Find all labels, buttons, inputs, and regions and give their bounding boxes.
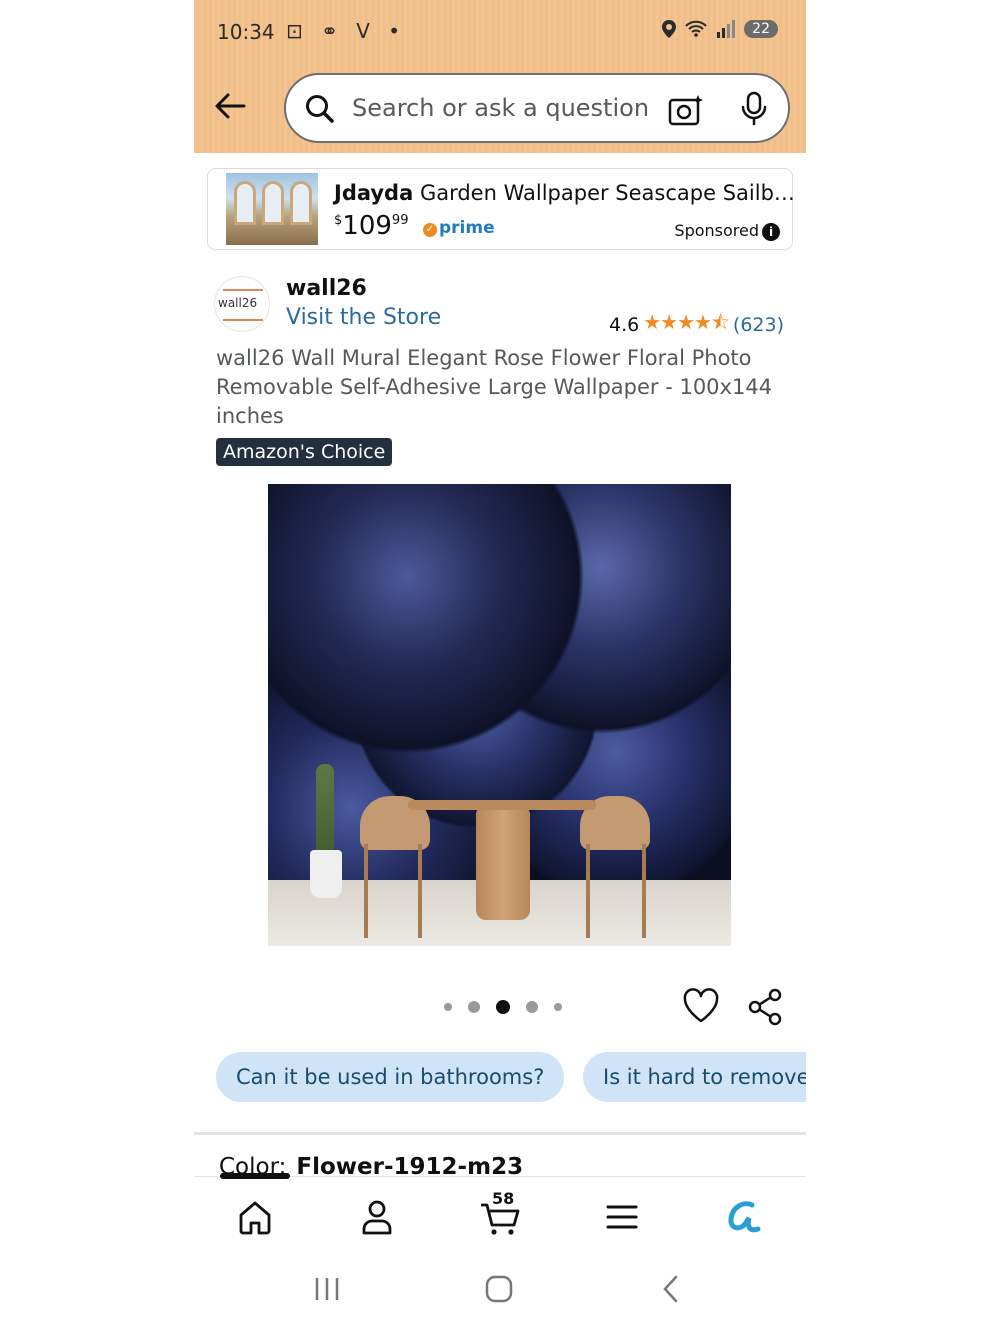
home-button-icon[interactable]: [484, 1274, 514, 1304]
status-notification-icons: ⊡ ⚭ V •: [286, 19, 407, 43]
battery-indicator: 22: [744, 20, 778, 38]
wifi-icon: [685, 20, 707, 37]
header: 10:34 ⊡ ⚭ V • 22 Search or ask a questio…: [194, 0, 806, 153]
carousel-dot[interactable]: [554, 1003, 562, 1011]
status-right-icons: 22: [662, 20, 778, 38]
carousel-dot[interactable]: [526, 1001, 538, 1013]
search-icon: [306, 95, 334, 123]
cart-count: 58: [492, 1189, 515, 1208]
prime-badge: ✓ prime: [423, 218, 495, 238]
camera-search-icon[interactable]: [668, 93, 704, 127]
phone-screen: 10:34 ⊡ ⚭ V • 22 Search or ask a questio…: [194, 0, 806, 1329]
status-bar: 10:34 ⊡ ⚭ V • 22: [194, 0, 806, 60]
visit-store-link[interactable]: Visit the Store: [286, 305, 441, 330]
recent-apps-icon[interactable]: [312, 1274, 342, 1304]
prime-check-icon: ✓: [423, 223, 437, 237]
search-placeholder: Search or ask a question: [352, 94, 650, 122]
sponsored-label[interactable]: Sponsored i: [674, 221, 780, 241]
menu-icon[interactable]: [600, 1195, 644, 1239]
cart-button[interactable]: 58: [478, 1189, 522, 1239]
rating-stars-icon: ★★★★⯪: [643, 310, 730, 334]
amazons-choice-badge: Amazon's Choice: [216, 438, 393, 466]
location-icon: [662, 20, 677, 38]
status-time: 10:34: [217, 20, 275, 44]
rufus-icon[interactable]: [722, 1195, 766, 1239]
sponsored-ad-banner[interactable]: Jdayda Garden Wallpaper Seascape Sailb… …: [207, 168, 795, 250]
active-tab-indicator: [220, 1173, 290, 1179]
sponsored-product-title: Jdayda Garden Wallpaper Seascape Sailb…: [334, 181, 795, 205]
heart-icon[interactable]: [682, 988, 720, 1024]
question-chip[interactable]: Is it hard to remove: [583, 1052, 806, 1102]
sponsored-product-price: $10999: [334, 211, 409, 241]
store-name: wall26: [286, 276, 367, 301]
product-title: wall26 Wall Mural Elegant Rose Flower Fl…: [216, 346, 773, 428]
bottom-navigation: 58: [194, 1173, 806, 1256]
info-icon: i: [762, 223, 780, 241]
product-image[interactable]: [268, 484, 731, 946]
microphone-icon[interactable]: [740, 91, 768, 127]
section-divider: [194, 1132, 806, 1135]
system-navigation-bar: [194, 1256, 806, 1329]
sponsored-product-thumbnail: [226, 173, 318, 245]
question-chip[interactable]: Can it be used in bathrooms?: [216, 1052, 565, 1102]
search-bar[interactable]: Search or ask a question: [284, 73, 790, 143]
account-icon[interactable]: [355, 1195, 399, 1239]
rating-value: 4.6: [609, 314, 640, 336]
carousel-dot[interactable]: [444, 1003, 452, 1011]
share-icon[interactable]: [747, 988, 783, 1026]
carousel-dot-active[interactable]: [496, 1000, 510, 1014]
store-logo[interactable]: wall26: [214, 276, 270, 332]
signal-icon: [717, 20, 736, 38]
home-icon[interactable]: [233, 1195, 277, 1239]
back-arrow-icon[interactable]: [212, 88, 248, 124]
system-back-icon[interactable]: [656, 1274, 686, 1304]
product-rating[interactable]: 4.6 ★★★★⯪ (623): [609, 308, 784, 342]
review-count: (623): [732, 314, 784, 336]
carousel-dot[interactable]: [468, 1001, 480, 1013]
image-carousel-dots[interactable]: [444, 1000, 562, 1014]
